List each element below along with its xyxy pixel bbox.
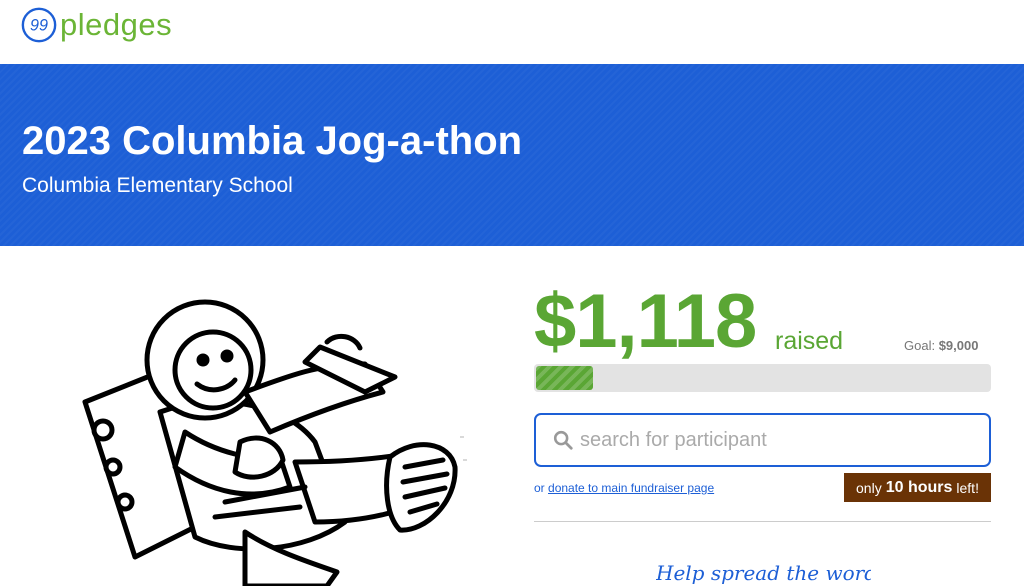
donate-prefix: or <box>534 481 545 495</box>
svg-text:99: 99 <box>30 17 48 35</box>
logo-mark-icon: 99 <box>21 7 57 43</box>
progress-fill <box>536 366 593 390</box>
logo-text: pledges <box>60 7 173 42</box>
top-bar: 99 pledges <box>0 0 1024 64</box>
donate-link[interactable]: donate to main fundraiser page <box>548 481 714 495</box>
logo-link[interactable]: 99 pledges <box>20 6 172 44</box>
hero-banner: 2023 Columbia Jog-a-thon Columbia Elemen… <box>0 64 1024 246</box>
donate-line: or donate to main fundraiser page <box>534 481 714 495</box>
search-input[interactable] <box>580 428 960 452</box>
raised-label: raised <box>775 327 844 355</box>
countdown-prefix: only <box>856 479 882 496</box>
goal-text: Goal: $9,000 <box>904 338 978 353</box>
page-title: 2023 Columbia Jog-a-thon <box>22 119 523 163</box>
search-box[interactable] <box>534 413 991 467</box>
divider <box>534 521 991 522</box>
progress-bar <box>534 364 991 392</box>
astronaut-illustration <box>82 299 467 586</box>
svg-text:Help spread the word: Help spread the word <box>656 561 871 585</box>
school-name: Columbia Elementary School <box>22 174 293 197</box>
goal-label: Goal: <box>904 338 936 353</box>
countdown-badge: only 10 hours left! <box>844 473 991 502</box>
countdown-suffix: left! <box>956 479 979 496</box>
goal-value: $9,000 <box>938 338 979 353</box>
search-icon[interactable] <box>552 429 574 451</box>
share-heading: Help spread the word <box>656 561 871 585</box>
countdown-value: 10 hours <box>885 478 953 496</box>
amount-raised: $1,118 <box>534 279 757 364</box>
